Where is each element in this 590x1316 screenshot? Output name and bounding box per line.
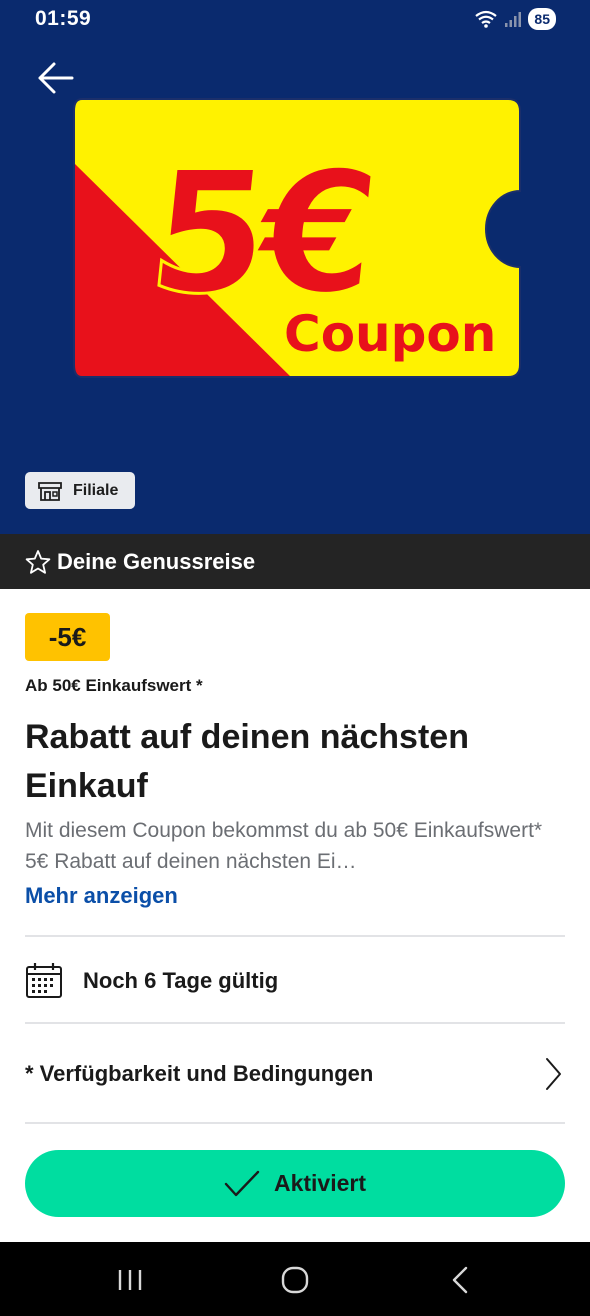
- divider: [25, 1022, 565, 1024]
- offer-description: Mit diesem Coupon bekommst du ab 50€ Ein…: [25, 819, 543, 873]
- validity-label: Noch 6 Tage gültig: [83, 968, 279, 993]
- recent-apps-button[interactable]: [110, 1260, 150, 1300]
- show-more-link[interactable]: Mehr anzeigen: [25, 883, 178, 909]
- store-icon: [38, 481, 62, 501]
- activated-button-label: Aktiviert: [273, 1170, 367, 1196]
- status-time: 01:59: [35, 7, 92, 30]
- store-chip[interactable]: Filiale: [25, 472, 135, 509]
- system-nav-bar: [0, 1242, 590, 1316]
- conditions-label: * Verfügbarkeit und Bedingungen: [25, 1061, 374, 1086]
- status-bar: 01:59 85: [0, 0, 590, 40]
- offer-title: Rabatt auf deinen nächsten Einkauf: [25, 718, 469, 805]
- signal-icon: [505, 12, 522, 27]
- home-button[interactable]: [275, 1260, 315, 1300]
- back-icon: [452, 1266, 468, 1294]
- coupon-image: 5€ Coupon: [73, 98, 521, 378]
- discount-badge: -5€: [25, 613, 110, 661]
- coupon-amount-text: 5€: [141, 135, 379, 330]
- system-back-button[interactable]: [440, 1260, 480, 1300]
- program-bar: Deine Genussreise: [0, 534, 590, 589]
- divider: [25, 935, 565, 937]
- min-spend-text: Ab 50€ Einkaufswert *: [25, 676, 203, 695]
- conditions-row[interactable]: * Verfügbarkeit und Bedingungen: [25, 1040, 565, 1108]
- home-icon: [281, 1266, 309, 1294]
- back-button[interactable]: [34, 56, 78, 100]
- coupon-label-text: Coupon: [284, 305, 496, 363]
- recent-apps-icon: [118, 1270, 142, 1290]
- checkmark-icon: [224, 1170, 260, 1196]
- battery-indicator: 85: [528, 8, 556, 30]
- wifi-icon: [475, 10, 498, 28]
- status-icons: 85: [474, 8, 556, 30]
- divider: [25, 1122, 565, 1124]
- hero-banner: 01:59 85 5€ Coupon Filiale: [0, 0, 590, 534]
- validity-row: Noch 6 Tage gültig: [25, 950, 565, 1012]
- activated-button[interactable]: Aktiviert: [25, 1150, 565, 1217]
- store-chip-label: Filiale: [73, 481, 119, 499]
- program-bar-label: Deine Genussreise: [57, 548, 256, 574]
- calendar-icon: [26, 963, 62, 998]
- chevron-right-icon: [546, 1058, 561, 1090]
- arrow-left-icon: [38, 62, 74, 94]
- star-icon: [25, 549, 51, 574]
